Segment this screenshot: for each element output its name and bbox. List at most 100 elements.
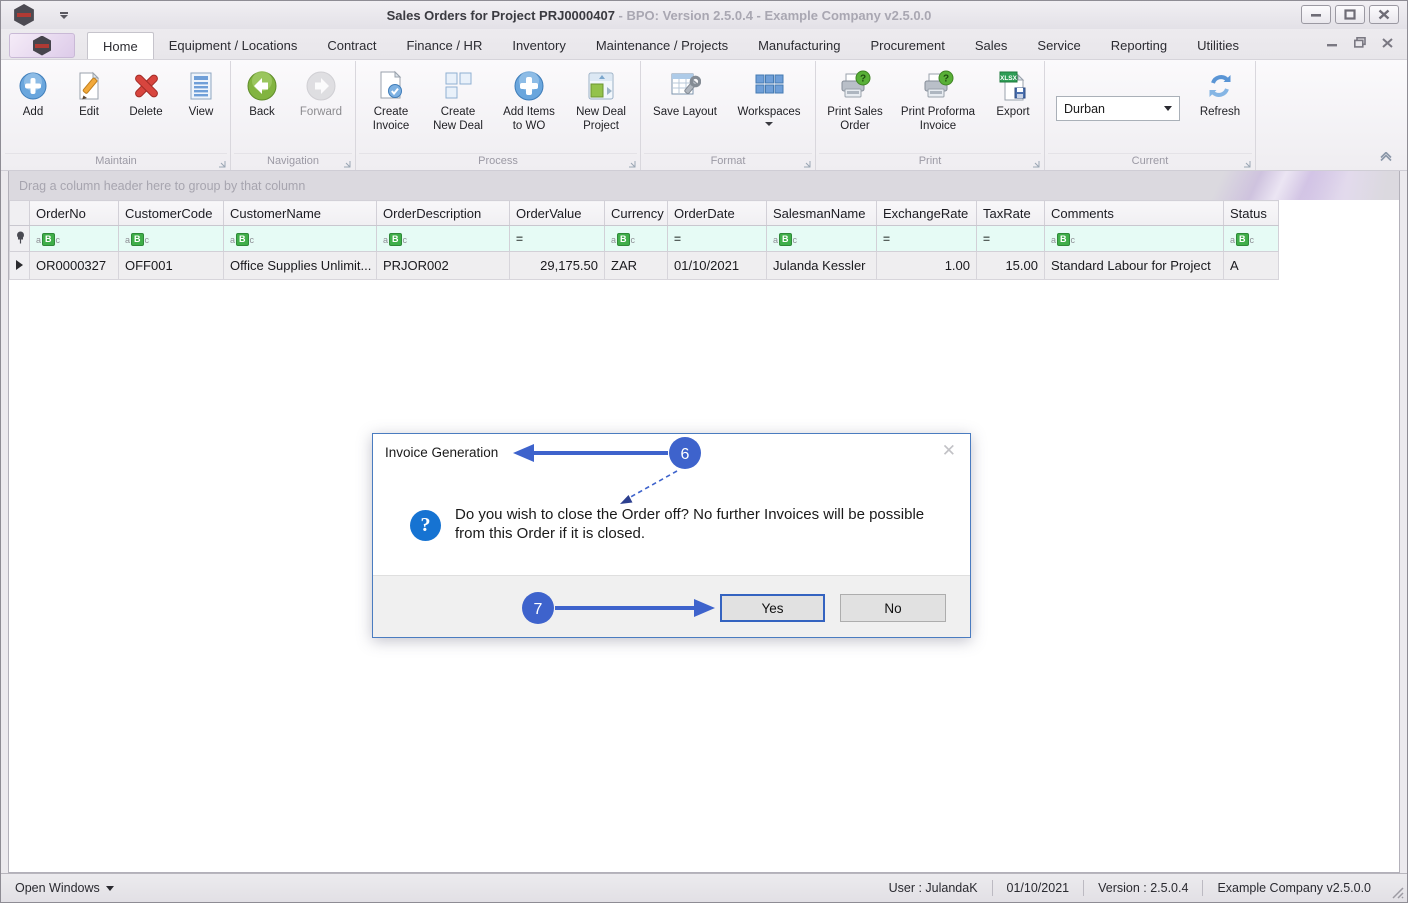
cell-orderdate[interactable]: 01/10/2021 [667,251,767,280]
tab-equipment-locations[interactable]: Equipment / Locations [154,32,313,59]
ribbon-group-process: Create Invoice Create New Deal Add Items… [356,61,641,170]
tab-utilities[interactable]: Utilities [1182,32,1254,59]
column-header[interactable]: SalesmanName [766,200,877,226]
workspaces-button[interactable]: Workspaces [726,66,812,129]
mdi-minimize-button[interactable] [1327,38,1338,47]
tab-service[interactable]: Service [1022,32,1095,59]
collapse-ribbon-icon[interactable] [1379,152,1393,162]
application-menu-button[interactable] [9,33,75,58]
column-header[interactable]: Currency [604,200,668,226]
print-proforma-invoice-button[interactable]: ? Print Proforma Invoice [891,66,985,136]
forward-icon [304,69,338,103]
create-invoice-button[interactable]: Create Invoice [359,66,423,136]
filter-cell[interactable]: aBc [604,225,668,252]
column-header[interactable]: Comments [1044,200,1224,226]
dialog-launcher-icon[interactable] [343,159,352,168]
filter-cell[interactable]: aBc [223,225,377,252]
column-header[interactable]: OrderDate [667,200,767,226]
edit-button[interactable]: Edit [61,66,117,123]
text-filter-icon: aBc [1051,233,1076,247]
filter-cell[interactable]: aBc [1044,225,1224,252]
cell-salesmanname[interactable]: Julanda Kessler [766,251,877,280]
no-button[interactable]: No [840,594,946,622]
column-header[interactable]: Status [1223,200,1279,226]
filter-cell[interactable]: aBc [766,225,877,252]
tab-finance-hr[interactable]: Finance / HR [391,32,497,59]
filter-cell[interactable]: = [509,225,605,252]
dialog-launcher-icon[interactable] [1243,159,1252,168]
cell-orderno[interactable]: OR0000327 [29,251,119,280]
dialog-launcher-icon[interactable] [803,159,812,168]
forward-button[interactable]: Forward [290,66,352,123]
add-button[interactable]: Add [5,66,61,123]
column-header[interactable]: OrderNo [29,200,119,226]
column-header[interactable]: OrderDescription [376,200,510,226]
cell-orderdescription[interactable]: PRJOR002 [376,251,510,280]
close-icon [1382,37,1393,48]
delete-button[interactable]: Delete [117,66,175,123]
cell-exchangerate[interactable]: 1.00 [876,251,977,280]
tab-contract[interactable]: Contract [312,32,391,59]
cell-customercode[interactable]: OFF001 [118,251,224,280]
group-by-panel[interactable]: Drag a column header here to group by th… [9,171,1399,200]
tab-maintenance-projects[interactable]: Maintenance / Projects [581,32,743,59]
dialog-launcher-icon[interactable] [218,159,227,168]
view-button[interactable]: View [175,66,227,123]
print-sales-order-button[interactable]: ? Print Sales Order [819,66,891,136]
restore-icon [1354,37,1366,48]
tab-reporting[interactable]: Reporting [1096,32,1182,59]
refresh-button[interactable]: Refresh [1188,66,1252,123]
filter-cell[interactable]: = [976,225,1045,252]
save-layout-button[interactable]: Save Layout [644,66,726,123]
yes-button[interactable]: Yes [720,594,825,622]
table-row[interactable]: OR0000327 OFF001 Office Supplies Unlimit… [9,251,1279,280]
cell-comments[interactable]: Standard Labour for Project [1044,251,1224,280]
filter-cell[interactable]: aBc [118,225,224,252]
dialog-launcher-icon[interactable] [1032,159,1041,168]
export-button[interactable]: XLSX Export [985,66,1041,123]
cell-ordervalue[interactable]: 29,175.50 [509,251,605,280]
back-button[interactable]: Back [234,66,290,123]
column-header[interactable]: CustomerName [223,200,377,226]
mdi-restore-button[interactable] [1354,37,1366,48]
column-header[interactable]: OrderValue [509,200,605,226]
minimize-button[interactable] [1301,5,1331,24]
filter-cell[interactable]: aBc [376,225,510,252]
site-select[interactable]: Durban [1056,96,1180,121]
filter-cell[interactable]: aBc [1223,225,1279,252]
cell-status[interactable]: A [1223,251,1279,280]
create-new-deal-button[interactable]: Create New Deal [423,66,493,136]
cell-taxrate[interactable]: 15.00 [976,251,1045,280]
tab-sales[interactable]: Sales [960,32,1023,59]
edit-icon [72,69,106,103]
tab-home[interactable]: Home [87,32,154,59]
cell-customername[interactable]: Office Supplies Unlimit... [223,251,377,280]
text-filter-icon: aBc [611,233,636,247]
print-sales-order-icon: ? [838,69,872,103]
new-deal-project-button[interactable]: New Deal Project [565,66,637,136]
tab-manufacturing[interactable]: Manufacturing [743,32,855,59]
resize-grip[interactable] [1391,886,1404,899]
tab-procurement[interactable]: Procurement [855,32,959,59]
tab-inventory[interactable]: Inventory [497,32,580,59]
add-items-to-wo-button[interactable]: Add Items to WO [493,66,565,136]
cell-currency[interactable]: ZAR [604,251,668,280]
grid-header-row: OrderNo CustomerCode CustomerName OrderD… [9,200,1279,226]
filter-cell[interactable]: aBc [29,225,119,252]
dialog-close-icon[interactable]: ✕ [942,442,956,459]
maximize-button[interactable] [1335,5,1365,24]
mdi-close-button[interactable] [1382,37,1393,48]
ribbon-group-maintain: Add Edit Delete View Maintain [2,61,231,170]
ribbon: Add Edit Delete View Maintain Back Forwa… [1,59,1407,171]
close-button[interactable] [1369,5,1399,24]
column-header[interactable]: TaxRate [976,200,1045,226]
selected-row-indicator [9,251,30,280]
ribbon-group-label: Process [359,153,637,170]
column-header[interactable]: ExchangeRate [876,200,977,226]
column-header[interactable]: CustomerCode [118,200,224,226]
filter-cell[interactable]: = [876,225,977,252]
dialog-launcher-icon[interactable] [628,159,637,168]
filter-cell[interactable]: = [667,225,767,252]
window-title-suffix: - BPO: Version 2.5.0.4 - Example Company… [614,7,932,23]
open-windows-button[interactable]: Open Windows [1,874,128,902]
